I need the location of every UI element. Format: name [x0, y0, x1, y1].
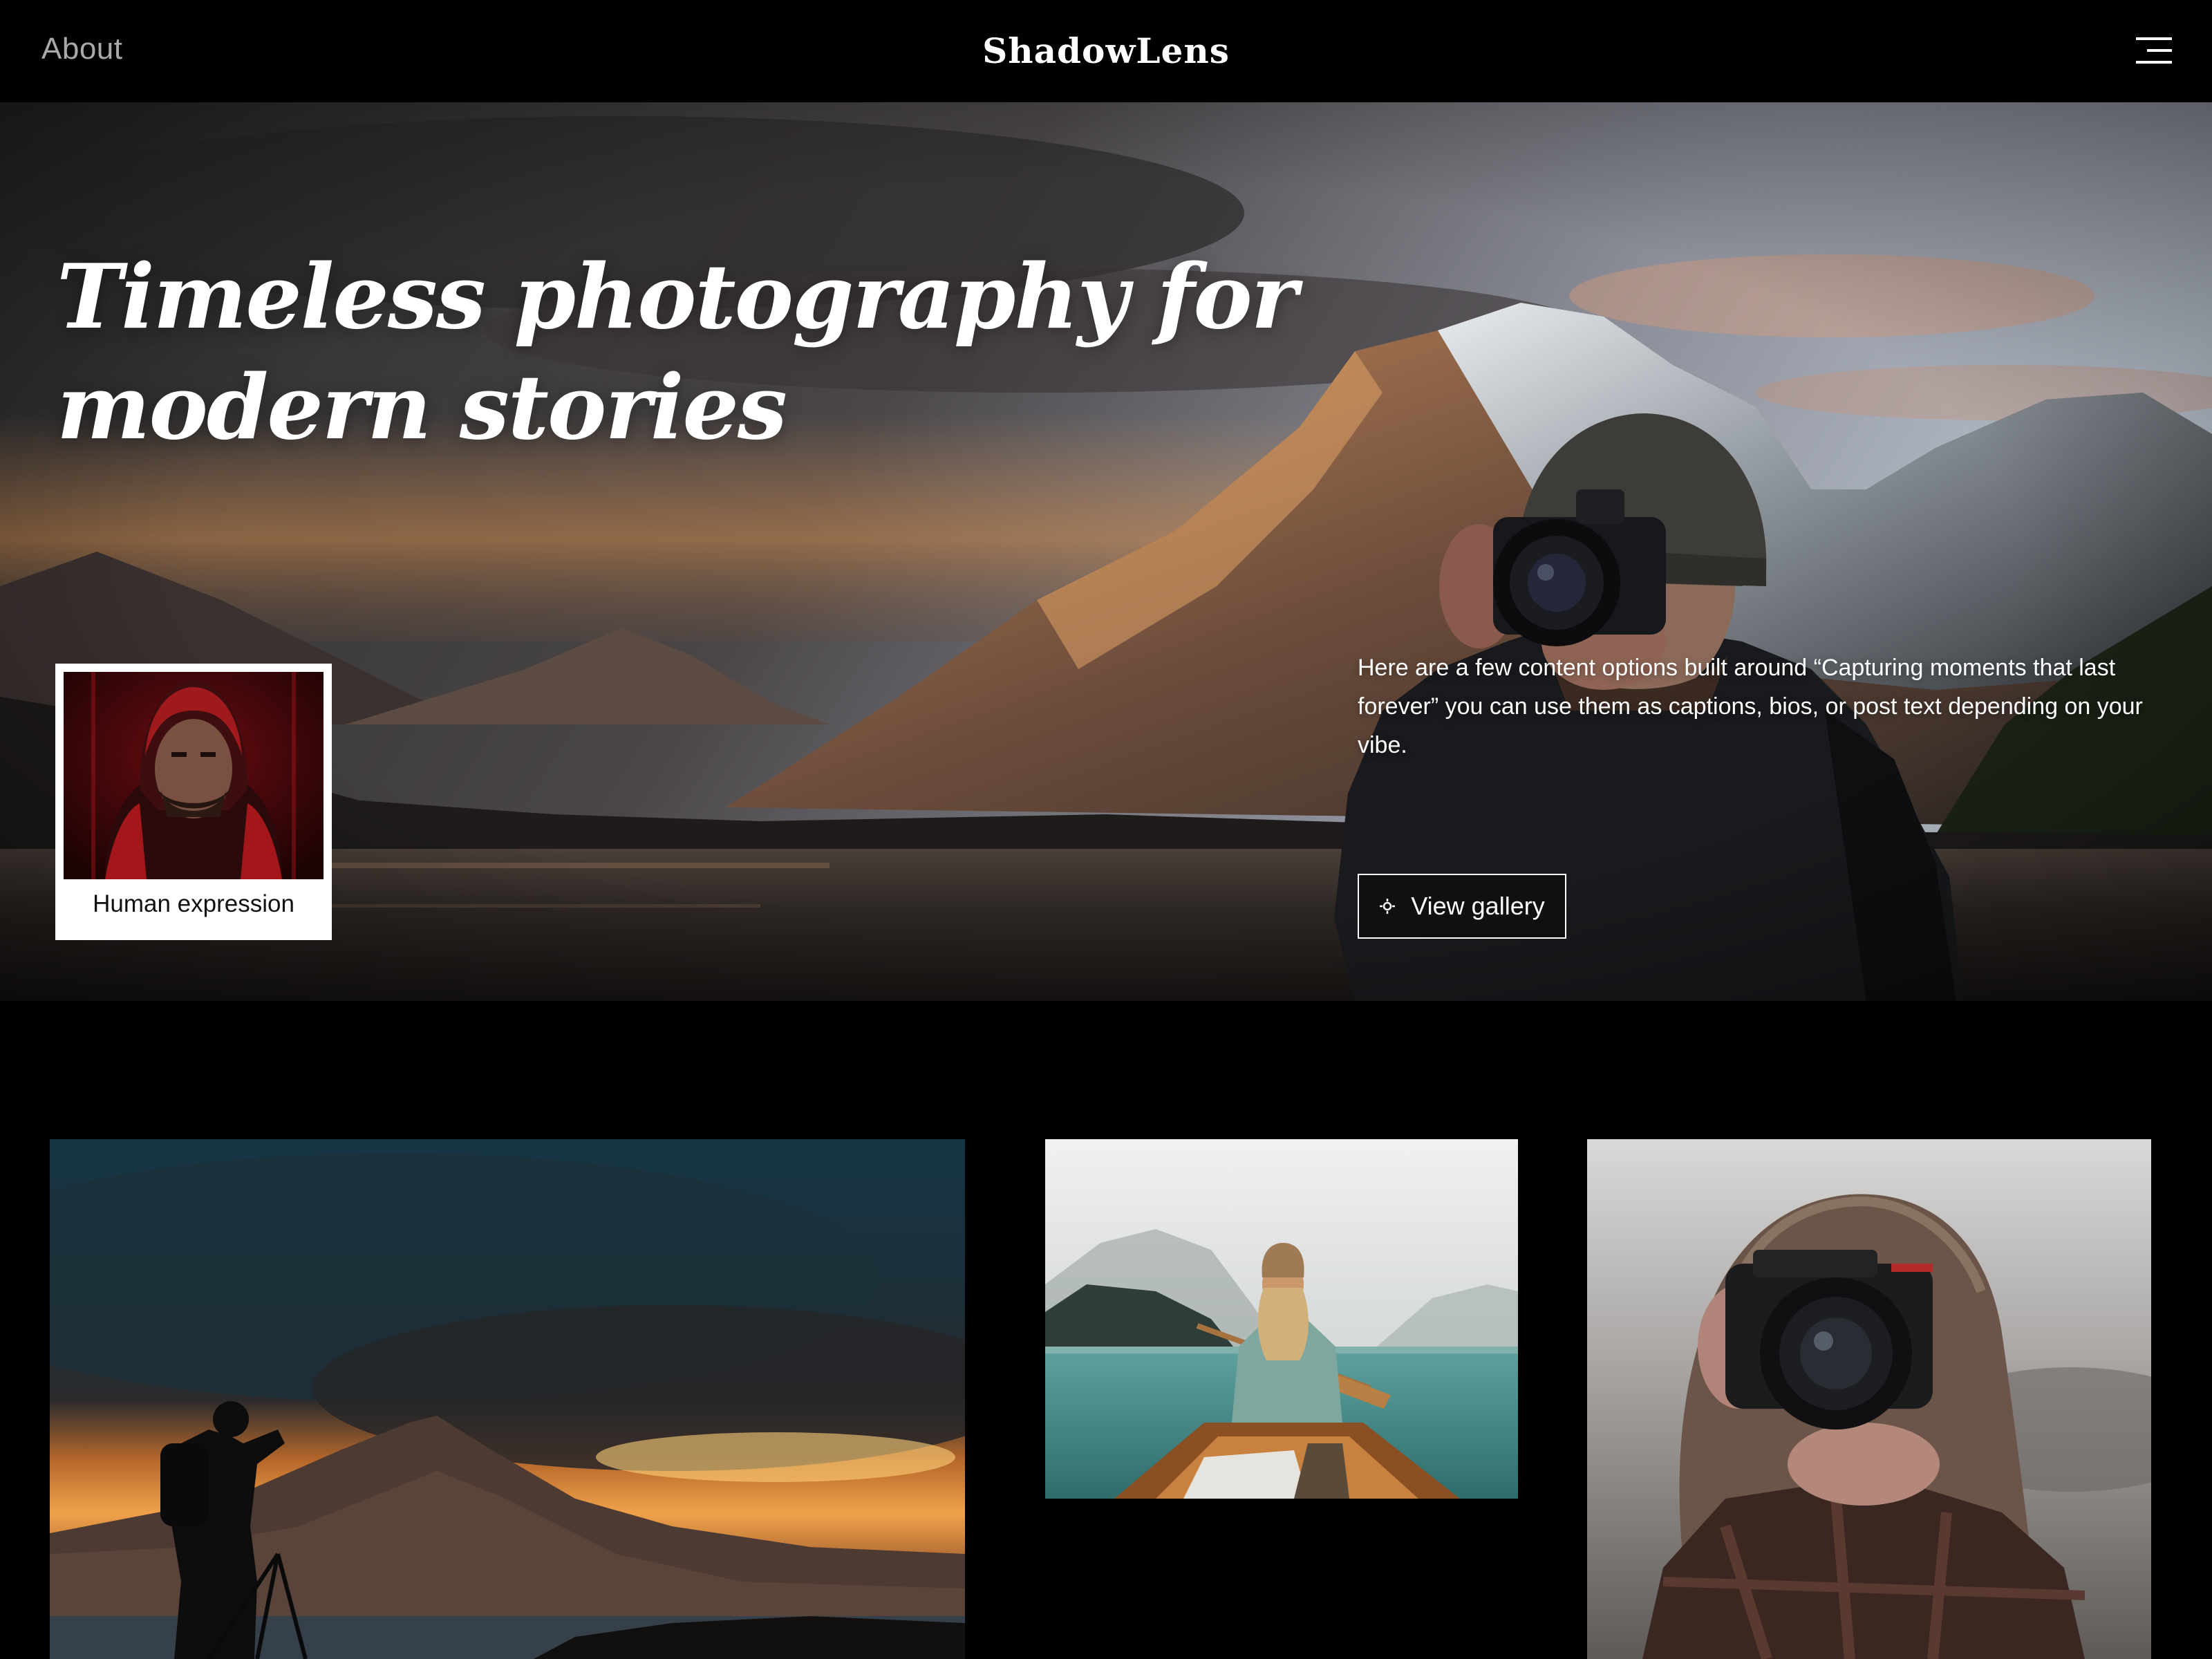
hamburger-menu-icon [2136, 37, 2172, 64]
gallery-photo-hiker-sunset[interactable] [50, 1139, 965, 1659]
view-gallery-label: View gallery [1411, 892, 1545, 920]
woman-with-camera-image [1587, 1139, 2151, 1659]
featured-portrait-card[interactable]: Human expression [55, 664, 332, 940]
hero-background-photo [0, 102, 2212, 1001]
menu-button[interactable] [2133, 36, 2172, 65]
hero-title-line-2: modern stories [57, 356, 787, 460]
hero-description: Here are a few content options built aro… [1358, 655, 2143, 758]
hooded-man-portrait-image [64, 672, 324, 879]
canoe-lake-image [1045, 1139, 1518, 1499]
top-navigation-bar: About ShadowLens [0, 0, 2212, 102]
hero-title: Timeless photography for modern stories [57, 242, 1297, 463]
gallery-photo-canoe-lake[interactable] [1045, 1139, 1518, 1499]
hero-section: Timeless photography for modern stories [0, 102, 2212, 1001]
hero-title-line-1: Timeless photography for [57, 245, 1297, 349]
sun-icon [1380, 899, 1396, 914]
hiker-silhouette-sunset-image [50, 1139, 965, 1659]
brand-logo[interactable]: ShadowLens [0, 30, 2212, 71]
view-gallery-button[interactable]: View gallery [1358, 874, 1566, 939]
gallery-photo-woman-camera[interactable] [1587, 1139, 2151, 1659]
portrait-card-caption: Human expression [93, 890, 294, 917]
